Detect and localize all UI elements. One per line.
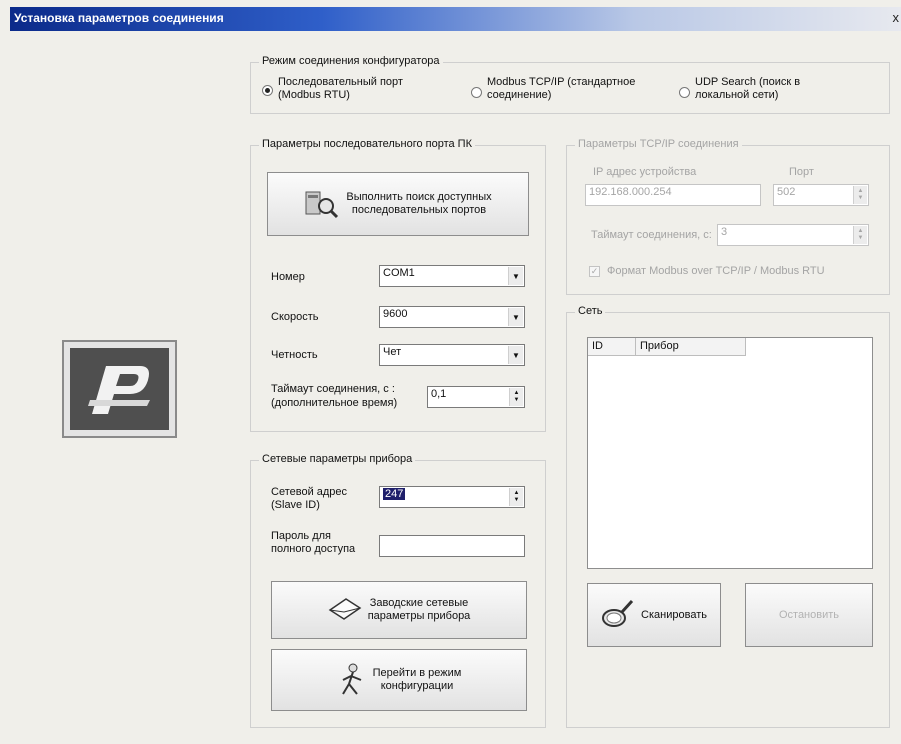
stop-button[interactable]: Остановить xyxy=(745,583,873,647)
figure-icon xyxy=(337,662,367,699)
modbus-format-checkbox[interactable]: ✓ xyxy=(589,266,600,277)
stop-label: Остановить xyxy=(778,608,840,621)
computer-search-icon xyxy=(304,186,340,223)
password-input[interactable] xyxy=(379,535,525,557)
device-group-title: Сетевые параметры прибора xyxy=(259,453,416,465)
search-ports-label-2: последовательных портов xyxy=(351,204,487,216)
network-group: Сеть ID Прибор Сканировать Остановить xyxy=(566,305,890,728)
radio-tcp-label-1: Modbus TCP/IP (стандартное xyxy=(487,76,636,88)
radio-tcp[interactable] xyxy=(471,87,482,98)
close-button[interactable]: x xyxy=(893,10,900,25)
chevron-down-icon[interactable]: ▼ xyxy=(508,308,523,326)
search-ports-label: Выполнить поиск доступных последовательн… xyxy=(346,191,491,217)
modbus-format-label: Формат Modbus over TCP/IP / Modbus RTU xyxy=(607,265,825,277)
column-header-id-label: ID xyxy=(592,340,603,352)
password-label-2: полного доступа xyxy=(271,543,356,555)
tcp-port-stepper[interactable]: 502 ▲ ▼ xyxy=(773,184,869,206)
scan-button[interactable]: Сканировать xyxy=(587,583,721,647)
radio-udp-label-2: локальной сети) xyxy=(695,89,779,101)
column-header-device[interactable]: Прибор xyxy=(636,338,746,356)
magnifier-icon xyxy=(601,598,635,633)
p-logo-icon xyxy=(70,348,169,430)
ip-address-value: 192.168.000.254 xyxy=(589,186,672,198)
parity-label: Четность xyxy=(271,349,318,361)
search-ports-button[interactable]: Выполнить поиск доступных последовательн… xyxy=(267,172,529,236)
serial-timeout-stepper[interactable]: 0,1 ▲ ▼ xyxy=(427,386,525,408)
slave-id-label-2: (Slave ID) xyxy=(271,499,320,511)
tcp-group-title: Параметры TCP/IP соединения xyxy=(575,138,742,150)
factory-settings-button[interactable]: Заводские сетевые параметры прибора xyxy=(271,581,527,639)
password-label-1: Пароль для xyxy=(271,530,332,542)
slave-id-value: 247 xyxy=(383,488,406,500)
column-header-device-label: Прибор xyxy=(640,340,679,352)
config-mode-label-1: Перейти в режим xyxy=(372,667,462,679)
tcp-timeout-stepper[interactable]: 3 ▲ ▼ xyxy=(717,224,869,246)
envelope-icon xyxy=(328,596,362,625)
factory-settings-label: Заводские сетевые параметры прибора xyxy=(368,597,471,623)
parity-select[interactable]: Чет ▼ xyxy=(379,344,525,366)
timeout-label-2: (дополнительное время) xyxy=(271,397,398,409)
slave-id-label-1: Сетевой адрес xyxy=(271,486,348,498)
tcp-timeout-label: Таймаут соединения, с: xyxy=(591,229,712,241)
window-title: Установка параметров соединения xyxy=(14,11,224,25)
config-mode-label-2: конфигурации xyxy=(380,680,454,692)
slave-id-stepper[interactable]: 247 ▲ ▼ xyxy=(379,486,525,508)
timeout-label-1: Таймаут соединения, с : xyxy=(271,383,395,395)
column-header-id[interactable]: ID xyxy=(588,338,636,356)
app-logo xyxy=(62,340,177,438)
serial-group-title: Параметры последовательного порта ПК xyxy=(259,138,475,150)
spin-arrows-icon[interactable]: ▲ ▼ xyxy=(509,488,523,506)
scan-label: Сканировать xyxy=(641,608,707,621)
device-list[interactable]: ID Прибор xyxy=(587,337,873,569)
speed-select[interactable]: 9600 ▼ xyxy=(379,306,525,328)
chevron-down-icon[interactable]: ▼ xyxy=(508,267,523,285)
factory-settings-label-1: Заводские сетевые xyxy=(369,597,469,609)
search-ports-label-1: Выполнить поиск доступных xyxy=(346,191,492,203)
port-number-select[interactable]: COM1 ▼ xyxy=(379,265,525,287)
radio-tcp-label-2: соединение) xyxy=(487,89,552,101)
spin-arrows-icon[interactable]: ▲ ▼ xyxy=(853,226,867,244)
tcp-port-label: Порт xyxy=(789,166,814,178)
parity-value: Чет xyxy=(383,346,402,358)
spin-arrows-icon[interactable]: ▲ ▼ xyxy=(853,186,867,204)
radio-serial-label-2: (Modbus RTU) xyxy=(278,89,350,101)
radio-udp[interactable] xyxy=(679,87,690,98)
device-group: Сетевые параметры прибора Сетевой адрес … xyxy=(250,453,546,728)
port-number-label: Номер xyxy=(271,271,305,283)
chevron-down-icon[interactable]: ▼ xyxy=(508,346,523,364)
ip-address-input[interactable]: 192.168.000.254 xyxy=(585,184,761,206)
serial-group: Параметры последовательного порта ПК Вып… xyxy=(250,138,546,432)
mode-group-title: Режим соединения конфигуратора xyxy=(259,55,443,67)
speed-label: Скорость xyxy=(271,311,319,323)
tcp-group: Параметры TCP/IP соединения IP адрес уст… xyxy=(566,138,890,295)
title-bar: Установка параметров соединения x xyxy=(10,7,901,31)
tcp-port-value: 502 xyxy=(777,186,796,198)
mode-group: Режим соединения конфигуратора Последова… xyxy=(250,55,890,114)
port-number-value: COM1 xyxy=(383,267,415,279)
spin-arrows-icon[interactable]: ▲ ▼ xyxy=(509,388,523,406)
radio-serial[interactable] xyxy=(262,85,273,96)
tcp-timeout-value: 3 xyxy=(721,226,728,238)
speed-value: 9600 xyxy=(383,308,408,320)
radio-udp-label-1: UDP Search (поиск в xyxy=(695,76,801,88)
config-mode-button[interactable]: Перейти в режим конфигурации xyxy=(271,649,527,711)
connection-settings-window: Установка параметров соединения x Режим … xyxy=(0,0,901,744)
radio-serial-label-1: Последовательный порт xyxy=(278,76,403,88)
ip-address-label: IP адрес устройства xyxy=(593,166,697,178)
factory-settings-label-2: параметры прибора xyxy=(367,610,471,622)
serial-timeout-value: 0,1 xyxy=(431,388,447,400)
config-mode-label: Перейти в режим конфигурации xyxy=(373,667,462,693)
network-group-title: Сеть xyxy=(575,305,606,317)
